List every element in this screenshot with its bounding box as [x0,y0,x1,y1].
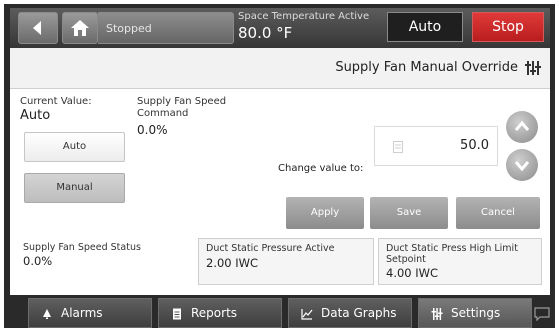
chart-icon [301,309,313,320]
tab-reports[interactable]: Reports [158,298,282,328]
temperature-value: 80.0 °F [238,24,293,42]
document-icon [173,308,181,320]
readout-label: Duct Static Pressure Active [206,243,335,254]
sliders-icon [525,61,541,75]
readout-label: Supply Fan Speed Status [23,242,141,253]
stop-button[interactable]: Stop [472,12,544,42]
auto-mode-button[interactable]: Auto [387,12,463,42]
speed-command-label: Supply Fan Speed Command [137,96,227,119]
chevron-down-icon [514,161,530,172]
change-value-input[interactable]: 50.0 [374,126,498,166]
back-button[interactable] [18,12,58,44]
space-temperature: Space Temperature Active 80.0 °F [238,10,370,46]
duct-static-high-limit-readout: Duct Static Press High Limit Setpoint 4.… [378,238,542,285]
chevron-up-icon [514,120,530,131]
auto-option-button[interactable]: Auto [24,132,125,162]
readout-label: Duct Static Press High Limit Setpoint [386,243,518,265]
readout-value: 4.00 IWC [386,266,439,280]
tab-label: Data Graphs [321,306,397,320]
keypad-icon [393,141,403,153]
tab-label: Settings [451,306,501,320]
tab-data-graphs[interactable]: Data Graphs [288,298,412,328]
tab-settings[interactable]: Settings [418,298,532,328]
bell-icon [43,309,51,319]
temperature-label: Space Temperature Active [238,11,370,22]
readout-value: 0.0% [23,254,53,268]
override-panel: Supply Fan Manual Override Current Value… [10,48,550,295]
change-value-label: Change value to: [278,163,364,174]
duct-static-pressure-readout: Duct Static Pressure Active 2.00 IWC [198,238,374,285]
manual-option-button[interactable]: Manual [24,173,125,203]
status-text: Stopped [106,22,152,35]
page-title: Supply Fan Manual Override [335,60,518,75]
tab-label: Reports [191,306,238,320]
tab-alarms[interactable]: Alarms [28,298,152,328]
chat-icon[interactable] [534,307,550,321]
back-arrow-icon [33,21,41,35]
sliders-icon [431,308,443,320]
readout-value: 2.00 IWC [206,256,259,270]
bottom-nav: Alarms Reports Data Graphs Settings [10,296,550,328]
home-button[interactable] [62,12,98,44]
current-value: Auto [20,108,51,123]
current-value-label: Current Value: [20,96,92,107]
speed-command-value: 0.0% [137,123,168,137]
top-bar: Stopped Space Temperature Active 80.0 °F… [10,8,550,48]
fan-speed-status-readout: Supply Fan Speed Status 0.0% [16,238,194,285]
system-status: Stopped [98,12,234,44]
cancel-button[interactable]: Cancel [456,197,540,229]
home-icon [71,20,89,36]
apply-button[interactable]: Apply [286,197,364,229]
tab-label: Alarms [61,306,103,320]
decrement-button[interactable] [506,149,538,181]
panel-header: Supply Fan Manual Override [10,48,550,89]
increment-button[interactable] [506,111,538,143]
change-value: 50.0 [460,138,489,153]
save-button[interactable]: Save [370,197,448,229]
